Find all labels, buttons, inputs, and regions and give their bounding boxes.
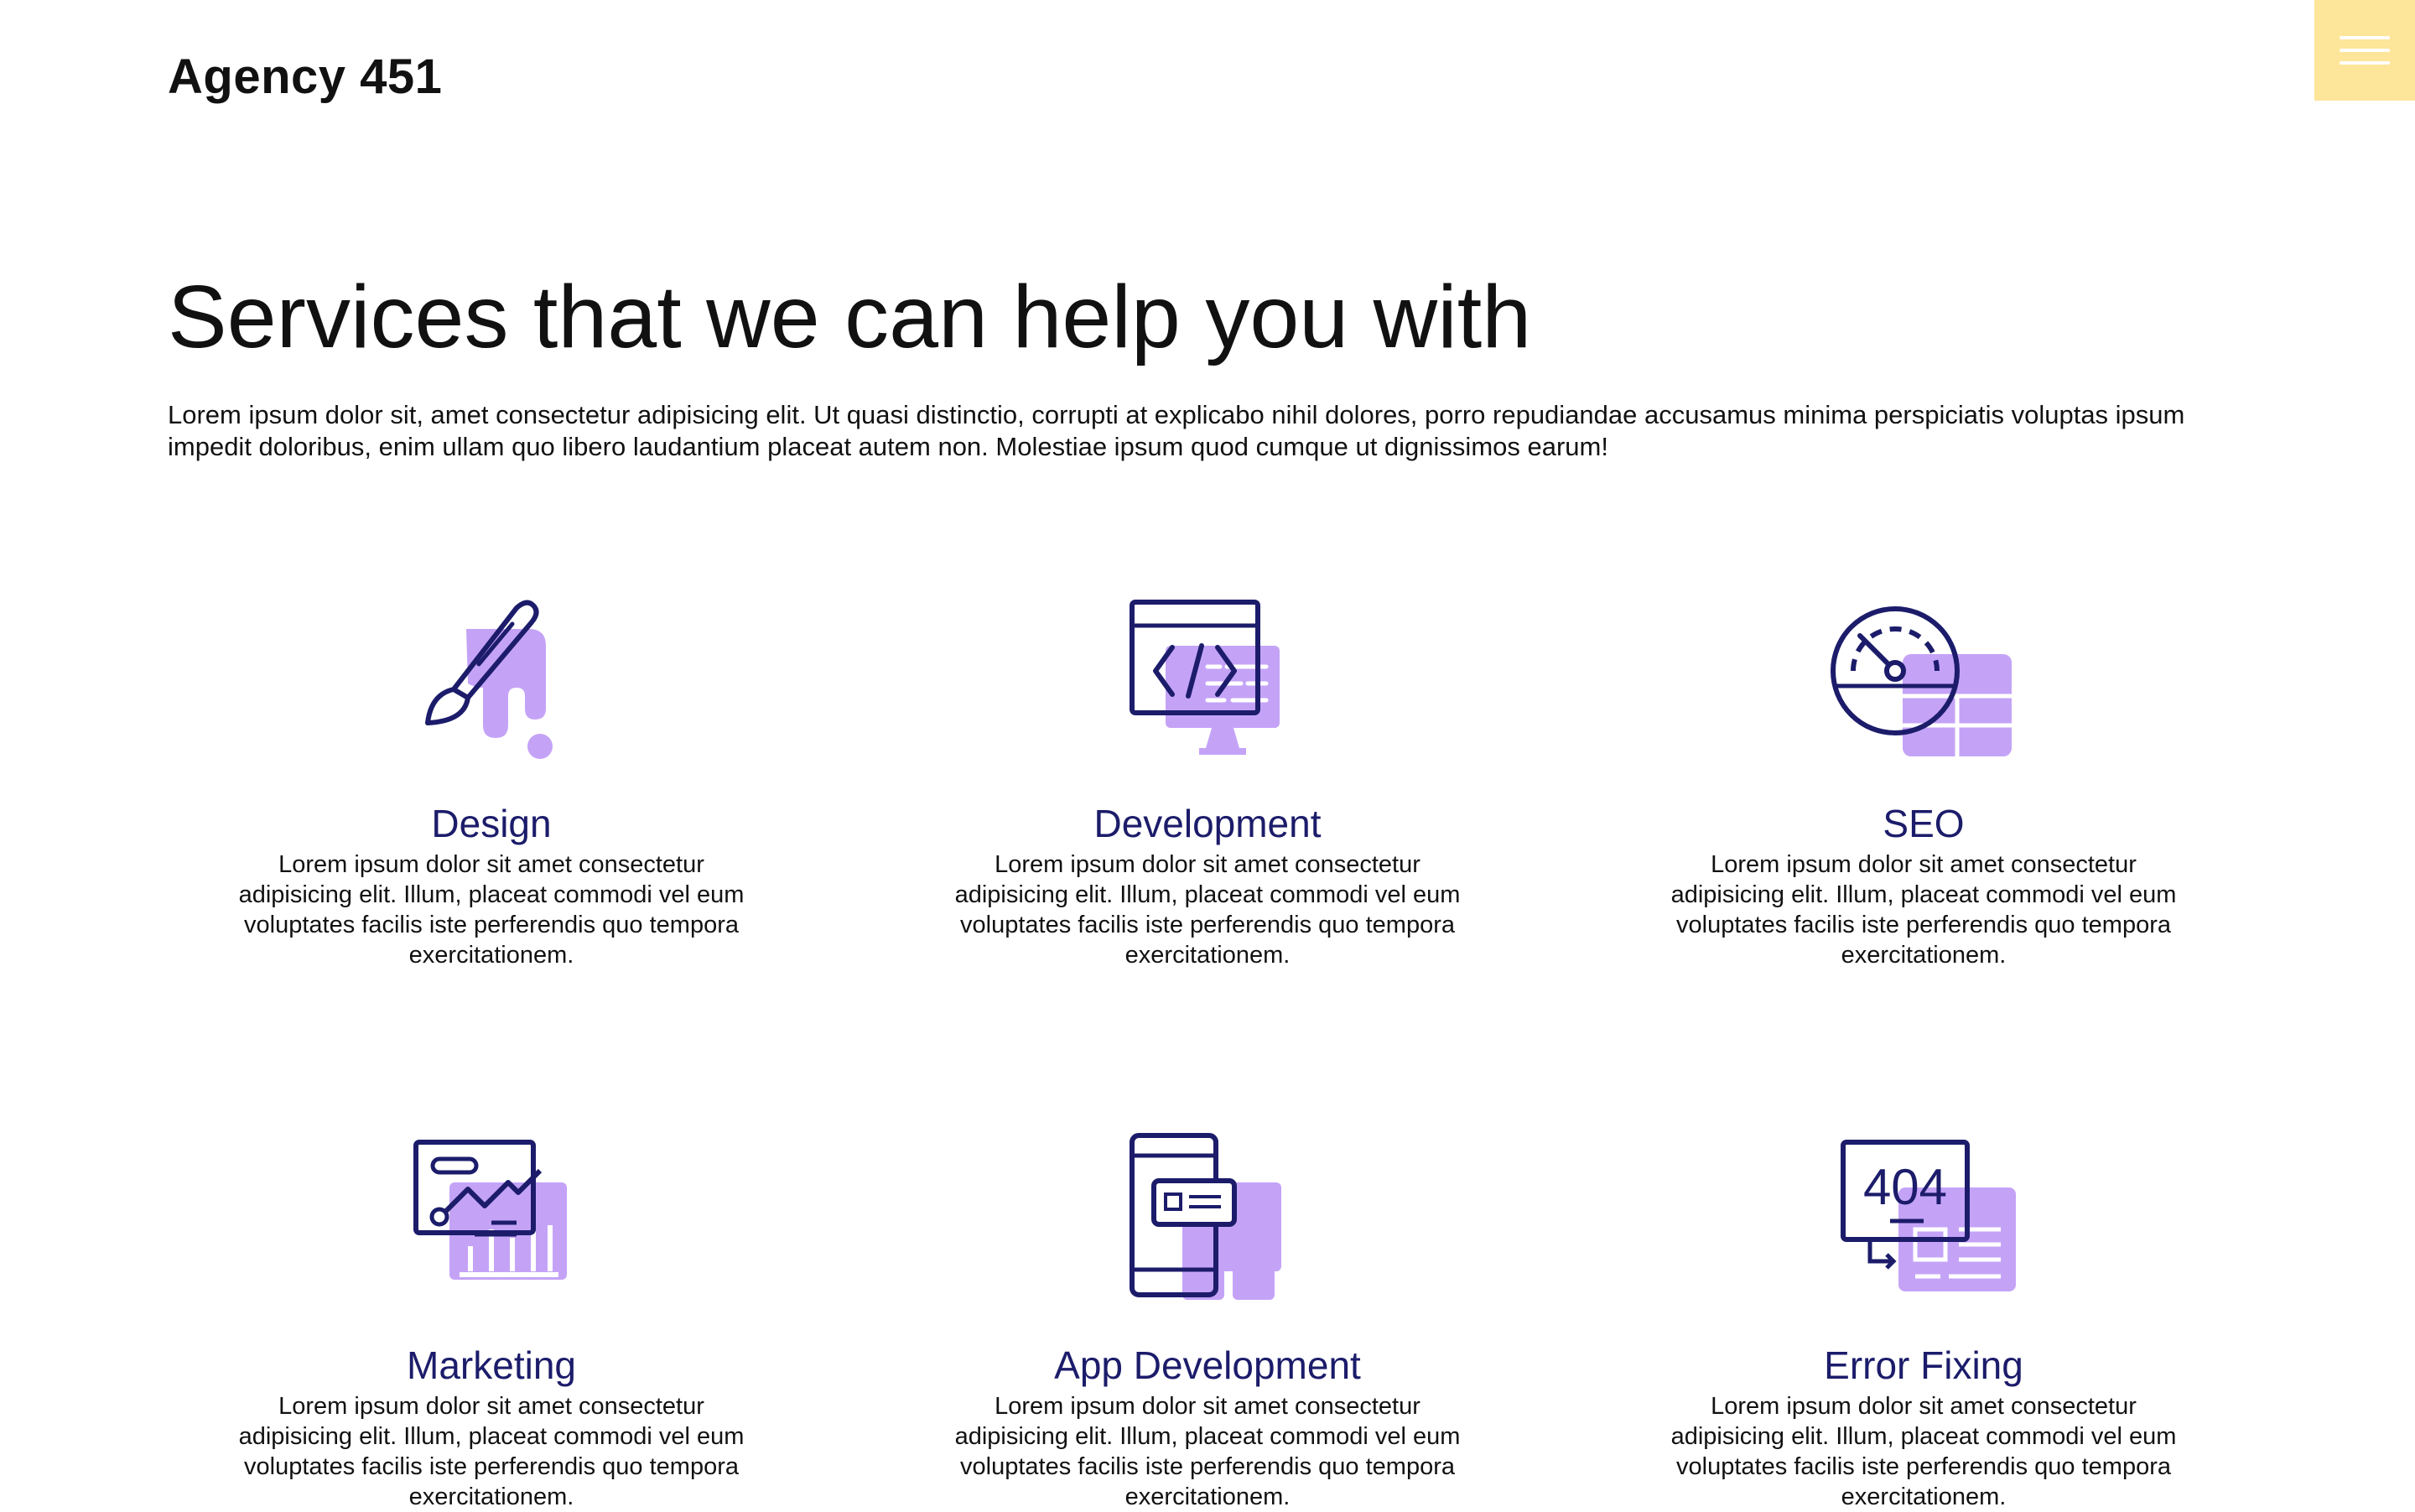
mobile-app-icon <box>1107 1129 1308 1313</box>
service-title: Development <box>1093 802 1322 845</box>
service-title: SEO <box>1883 802 1965 845</box>
code-monitor-icon <box>1107 587 1308 772</box>
hamburger-menu-icon <box>2340 36 2390 39</box>
service-title: Error Fixing <box>1824 1343 2023 1387</box>
page-title: Services that we can help you with <box>168 268 1532 366</box>
menu-button[interactable] <box>2314 0 2415 101</box>
service-description: Lorem ipsum dolor sit amet consectetur a… <box>1670 1393 2177 1510</box>
hamburger-menu-icon-bar <box>2340 61 2390 65</box>
service-title: Marketing <box>407 1343 576 1387</box>
service-description: Lorem ipsum dolor sit amet consectetur a… <box>954 1393 1461 1510</box>
brand-logo[interactable]: Agency 451 <box>168 49 442 105</box>
service-description: Lorem ipsum dolor sit amet consectetur a… <box>238 851 745 969</box>
analytics-chart-icon <box>391 1129 592 1313</box>
service-title: Design <box>431 802 552 845</box>
service-description: Lorem ipsum dolor sit amet consectetur a… <box>1670 851 2177 969</box>
service-description: Lorem ipsum dolor sit amet consectetur a… <box>238 1393 745 1510</box>
hamburger-menu-icon-bar <box>2340 49 2390 52</box>
intro-text: Lorem ipsum dolor sit, amet consectetur … <box>168 400 2185 461</box>
service-description: Lorem ipsum dolor sit amet consectetur a… <box>954 851 1461 969</box>
error-404-icon-text: 404 <box>1863 1159 1947 1215</box>
service-title: App Development <box>1054 1343 1361 1387</box>
paintbrush-icon <box>391 587 592 772</box>
error-404-icon: 404 <box>1823 1129 2024 1313</box>
speedometer-icon <box>1823 587 2024 772</box>
